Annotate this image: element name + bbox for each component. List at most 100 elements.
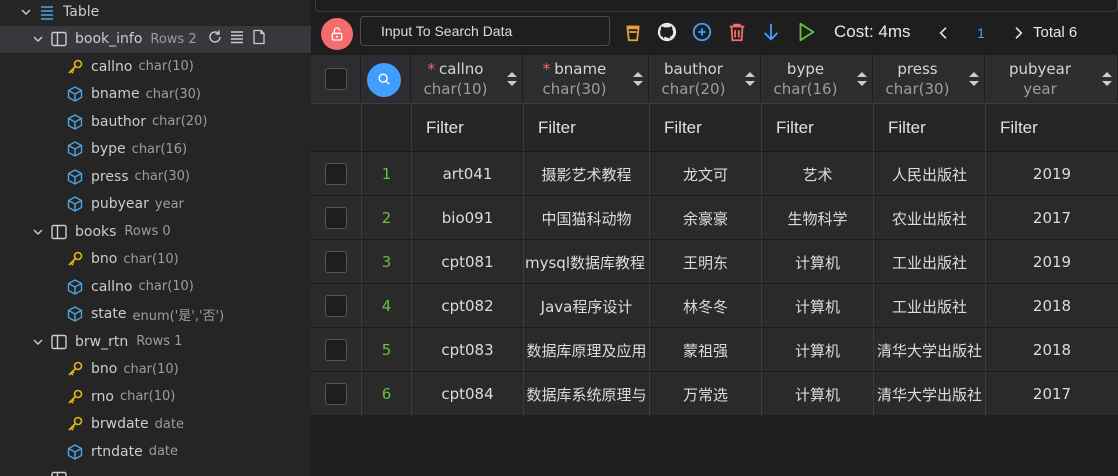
tree-column-bauthor[interactable]: bauthor char(20) bbox=[0, 108, 311, 135]
cell-pubyear[interactable]: 2017 bbox=[985, 196, 1118, 240]
cell-bype[interactable]: 计算机 bbox=[761, 240, 873, 284]
tree-column-brwdate[interactable]: brwdate date bbox=[0, 411, 311, 438]
sort-icon[interactable] bbox=[1101, 69, 1113, 89]
column-header-press[interactable]: press char(30) bbox=[873, 55, 985, 103]
cell-press[interactable]: 人民出版社 bbox=[873, 152, 985, 196]
sort-icon[interactable] bbox=[856, 69, 868, 89]
tree-column-bname[interactable]: bname char(30) bbox=[0, 81, 311, 108]
cell-callno[interactable]: bio091 bbox=[411, 196, 523, 240]
cell-press[interactable]: 清华大学出版社 bbox=[873, 328, 985, 372]
tree-column-bno[interactable]: bno char(10) bbox=[0, 246, 311, 273]
row-checkbox[interactable] bbox=[325, 207, 347, 229]
table-row[interactable]: 2 bio091 中国猫科动物 余豪豪 生物科学 农业出版社 2017 bbox=[311, 195, 1118, 240]
cell-bauthor[interactable]: 万常选 bbox=[649, 372, 761, 416]
cell-bname[interactable]: 摄影艺术教程 bbox=[523, 152, 649, 196]
tree-table-books[interactable]: books Rows 0 bbox=[0, 218, 311, 245]
column-search-button[interactable] bbox=[367, 63, 401, 97]
column-header-bname[interactable]: * bname char(30) bbox=[523, 55, 649, 103]
column-header-pubyear[interactable]: pubyear year bbox=[985, 55, 1118, 103]
cell-bype[interactable]: 计算机 bbox=[761, 372, 873, 416]
tree-table-book_info[interactable]: book_info Rows 2 bbox=[0, 25, 311, 53]
cell-bauthor[interactable]: 王明东 bbox=[649, 240, 761, 284]
table-row[interactable]: 6 cpt084 数据库系统原理与 万常选 计算机 清华大学出版社 2017 bbox=[311, 371, 1118, 416]
cell-callno[interactable]: cpt083 bbox=[411, 328, 523, 372]
filter-input-bauthor[interactable]: Filter bbox=[649, 104, 761, 152]
github-button[interactable] bbox=[654, 17, 680, 47]
tree-column-pubyear[interactable]: pubyear year bbox=[0, 191, 311, 218]
cell-pubyear[interactable]: 2018 bbox=[985, 284, 1118, 328]
sort-icon[interactable] bbox=[744, 69, 756, 89]
sort-icon[interactable] bbox=[506, 69, 518, 89]
filter-input-callno[interactable]: Filter bbox=[411, 104, 523, 152]
cell-bname[interactable]: mysql数据库教程 bbox=[523, 240, 649, 284]
tree-column-callno[interactable]: callno char(10) bbox=[0, 273, 311, 300]
cell-pubyear[interactable]: 2017 bbox=[985, 372, 1118, 416]
filter-input-pubyear[interactable]: Filter bbox=[985, 104, 1118, 152]
cell-callno[interactable]: cpt081 bbox=[411, 240, 523, 284]
delete-button[interactable] bbox=[724, 17, 750, 47]
cell-bype[interactable]: 艺术 bbox=[761, 152, 873, 196]
tree-column-bno[interactable]: bno char(10) bbox=[0, 356, 311, 383]
tree-root-table[interactable]: Table bbox=[0, 0, 311, 25]
column-header-bauthor[interactable]: bauthor char(20) bbox=[649, 55, 761, 103]
row-checkbox[interactable] bbox=[325, 383, 347, 405]
table-row[interactable]: 1 art041 摄影艺术教程 龙文可 艺术 人民出版社 2019 bbox=[311, 151, 1118, 196]
table-row[interactable]: 3 cpt081 mysql数据库教程 王明东 计算机 工业出版社 2019 bbox=[311, 239, 1118, 284]
cell-callno[interactable]: cpt082 bbox=[411, 284, 523, 328]
list-lines-icon[interactable] bbox=[229, 29, 245, 49]
export-button[interactable] bbox=[620, 17, 646, 47]
tree-column-rtndate[interactable]: rtndate date bbox=[0, 438, 311, 465]
download-button[interactable] bbox=[759, 17, 783, 47]
add-row-button[interactable] bbox=[689, 17, 715, 47]
filter-input-bname[interactable]: Filter bbox=[523, 104, 649, 152]
row-checkbox[interactable] bbox=[325, 251, 347, 273]
tree-column-rno[interactable]: rno char(10) bbox=[0, 383, 311, 410]
file-icon[interactable] bbox=[251, 29, 267, 49]
cell-bname[interactable]: Java程序设计 bbox=[523, 284, 649, 328]
table-row[interactable]: 5 cpt083 数据库原理及应用 蒙祖强 计算机 清华大学出版社 2018 bbox=[311, 327, 1118, 372]
cell-bauthor[interactable]: 余豪豪 bbox=[649, 196, 761, 240]
row-checkbox[interactable] bbox=[325, 339, 347, 361]
cell-bname[interactable]: 数据库系统原理与 bbox=[523, 372, 649, 416]
cell-bname[interactable]: 数据库原理及应用 bbox=[523, 328, 649, 372]
current-page[interactable]: 1 bbox=[971, 25, 991, 41]
cell-callno[interactable]: art041 bbox=[411, 152, 523, 196]
table-row[interactable]: 4 cpt082 Java程序设计 林冬冬 计算机 工业出版社 2018 bbox=[311, 283, 1118, 328]
column-header-bype[interactable]: bype char(16) bbox=[761, 55, 873, 103]
tree-table-partial[interactable] bbox=[0, 466, 311, 476]
cell-press[interactable]: 工业出版社 bbox=[873, 284, 985, 328]
cell-callno[interactable]: cpt084 bbox=[411, 372, 523, 416]
unlock-button[interactable] bbox=[321, 18, 353, 50]
tree-column-callno[interactable]: callno char(10) bbox=[0, 53, 311, 80]
tree-table-brw_rtn[interactable]: brw_rtn Rows 1 bbox=[0, 328, 311, 355]
sort-icon[interactable] bbox=[968, 69, 980, 89]
cell-bauthor[interactable]: 蒙祖强 bbox=[649, 328, 761, 372]
row-checkbox[interactable] bbox=[325, 163, 347, 185]
cell-pubyear[interactable]: 2019 bbox=[985, 240, 1118, 284]
run-query-button[interactable] bbox=[793, 17, 819, 47]
cell-press[interactable]: 工业出版社 bbox=[873, 240, 985, 284]
filter-input-press[interactable]: Filter bbox=[873, 104, 985, 152]
cell-bype[interactable]: 计算机 bbox=[761, 284, 873, 328]
cell-bype[interactable]: 生物科学 bbox=[761, 196, 873, 240]
sort-icon[interactable] bbox=[632, 69, 644, 89]
cell-press[interactable]: 农业出版社 bbox=[873, 196, 985, 240]
cell-bauthor[interactable]: 林冬冬 bbox=[649, 284, 761, 328]
select-all-checkbox[interactable] bbox=[325, 68, 347, 90]
tree-column-press[interactable]: press char(30) bbox=[0, 163, 311, 190]
tree-column-state[interactable]: state enum('是','否') bbox=[0, 301, 311, 328]
cell-bauthor[interactable]: 龙文可 bbox=[649, 152, 761, 196]
cell-pubyear[interactable]: 2019 bbox=[985, 152, 1118, 196]
search-input[interactable] bbox=[360, 16, 610, 46]
tree-column-bype[interactable]: bype char(16) bbox=[0, 136, 311, 163]
cell-press[interactable]: 清华大学出版社 bbox=[873, 372, 985, 416]
column-header-callno[interactable]: * callno char(10) bbox=[411, 55, 523, 103]
filter-input-bype[interactable]: Filter bbox=[761, 104, 873, 152]
row-checkbox[interactable] bbox=[325, 295, 347, 317]
cell-pubyear[interactable]: 2018 bbox=[985, 328, 1118, 372]
prev-page-button[interactable] bbox=[934, 22, 954, 44]
cell-bname[interactable]: 中国猫科动物 bbox=[523, 196, 649, 240]
refresh-icon[interactable] bbox=[207, 29, 223, 49]
next-page-button[interactable] bbox=[1008, 22, 1028, 44]
cell-bype[interactable]: 计算机 bbox=[761, 328, 873, 372]
